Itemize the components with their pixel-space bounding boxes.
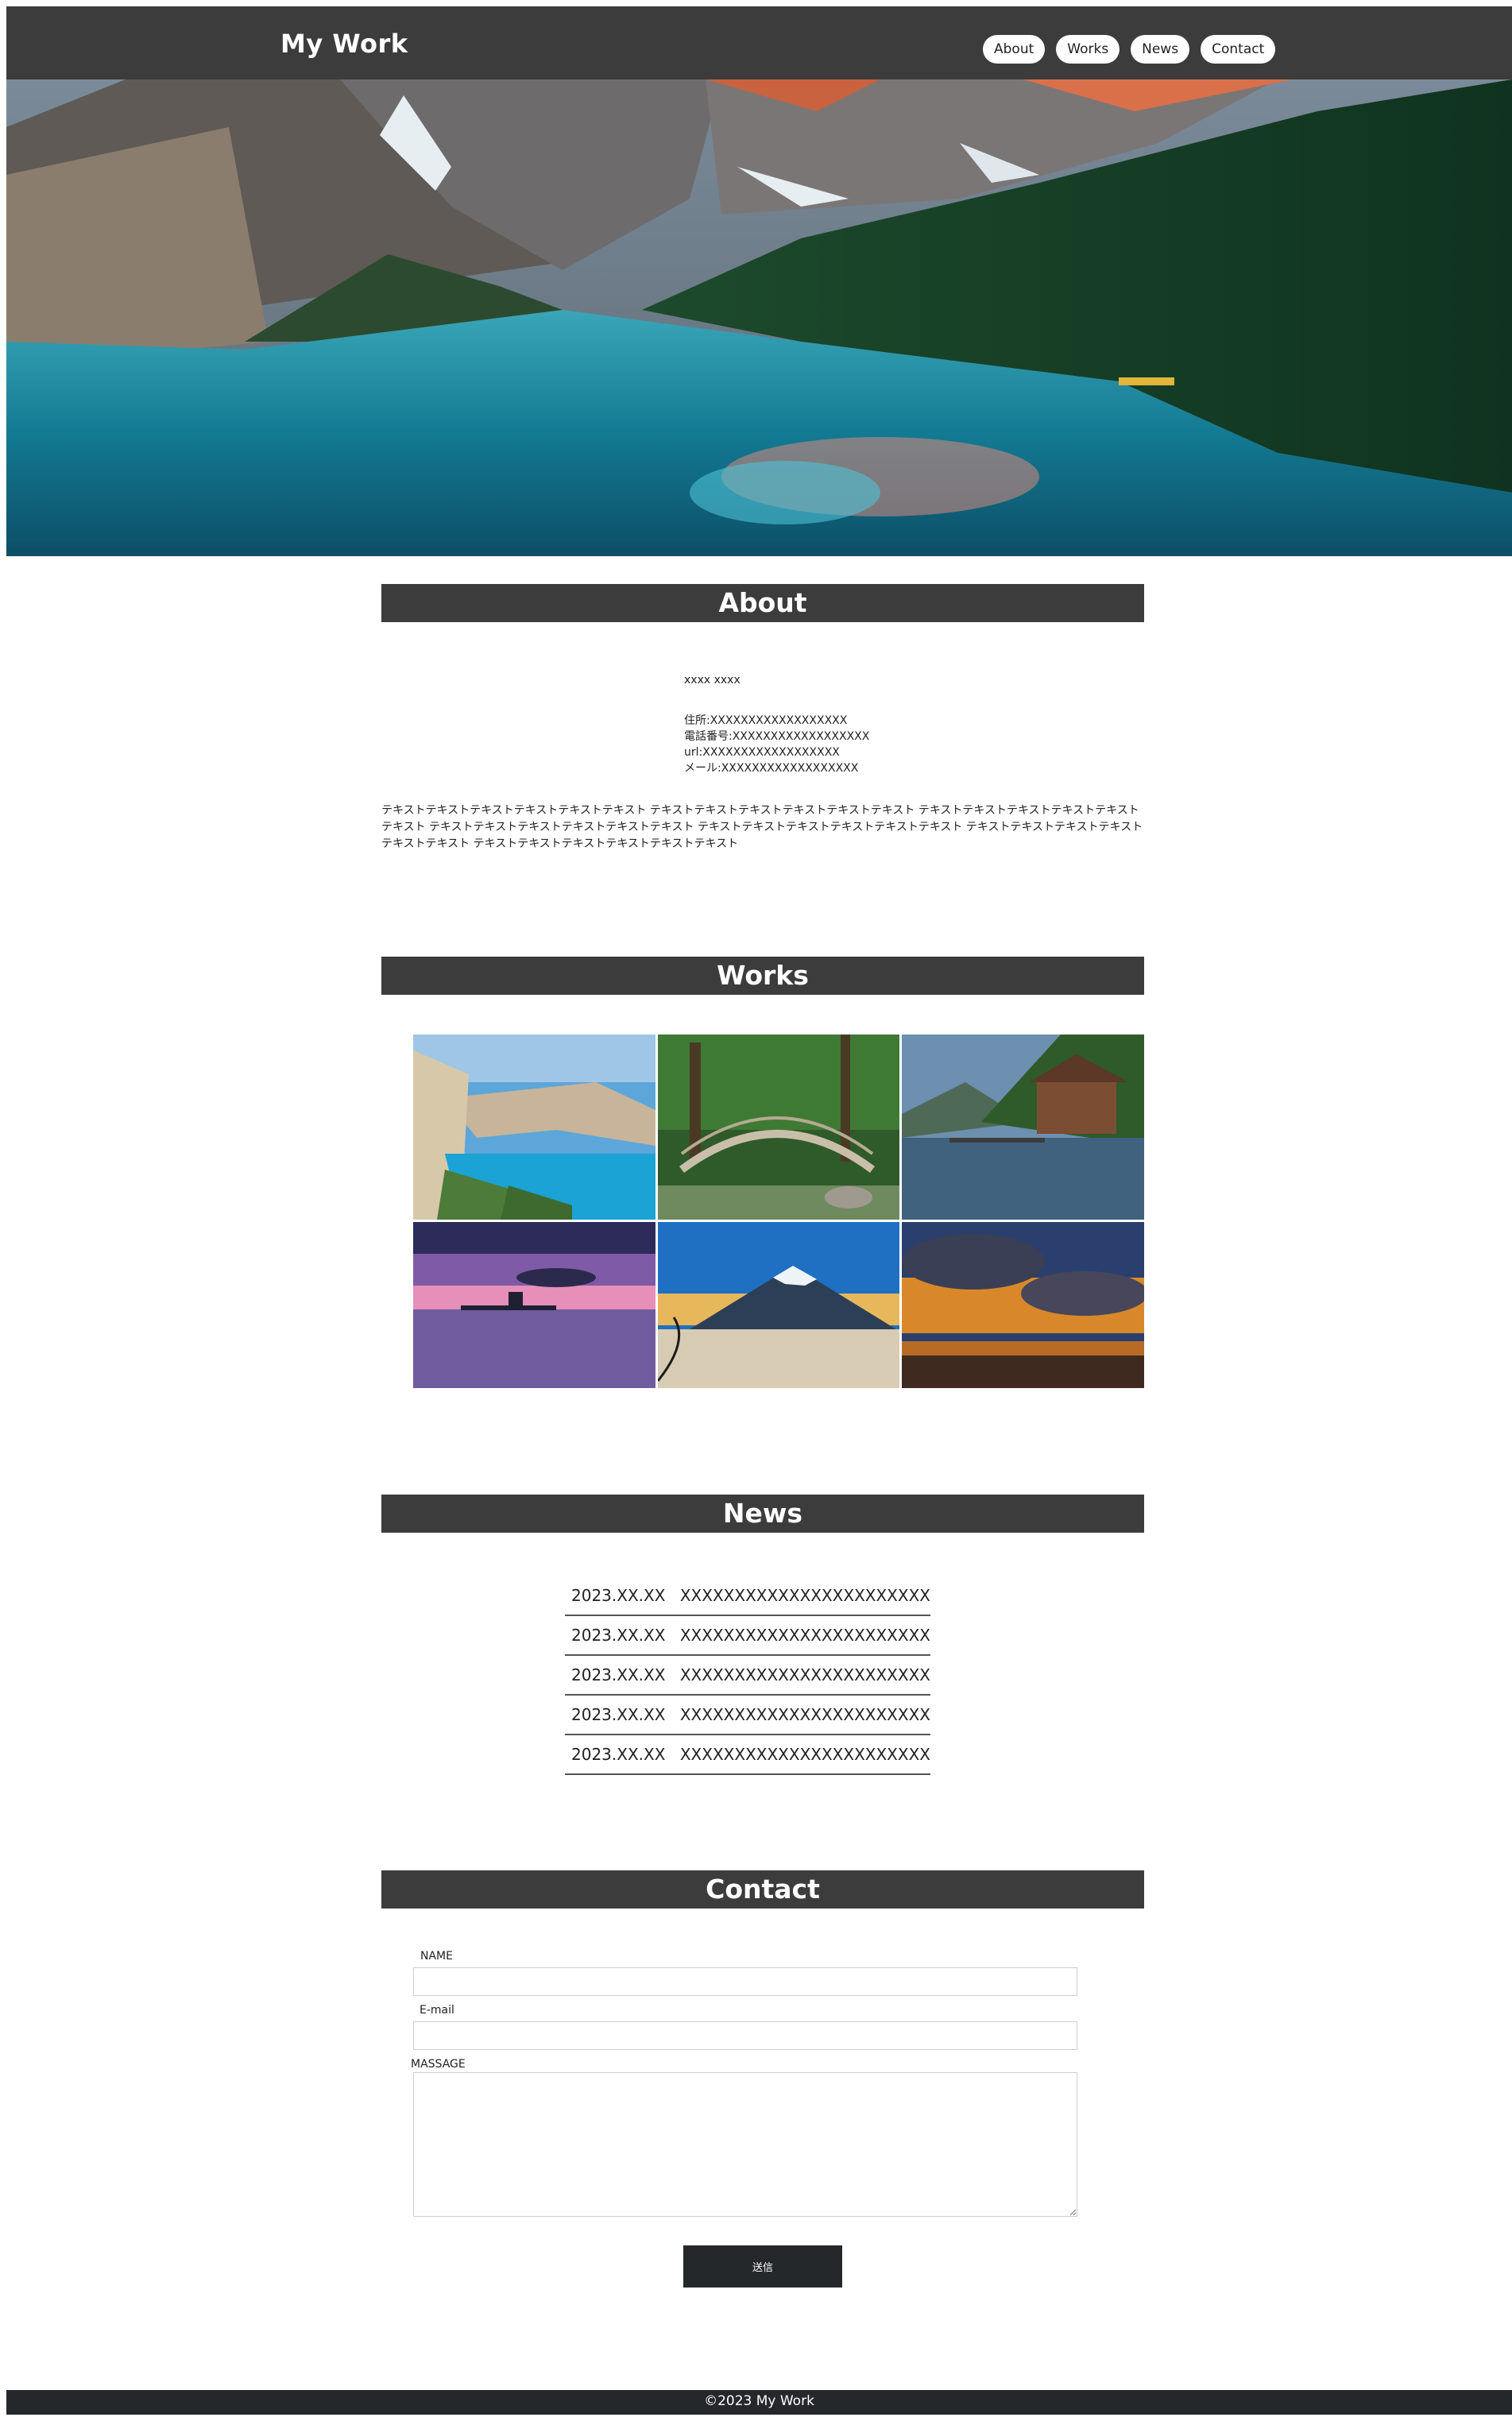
contact-heading: Contact xyxy=(381,1870,1144,1909)
news-date: 2023.XX.XX xyxy=(565,1695,674,1735)
page: My Work About Works News Contact About x… xyxy=(6,6,1512,2415)
site-header: My Work About Works News Contact xyxy=(6,6,1512,79)
profile-url: url:XXXXXXXXXXXXXXXXXX xyxy=(684,746,840,759)
nav-contact-link[interactable]: Contact xyxy=(1201,35,1276,64)
message-label: MASSAGE xyxy=(411,2058,466,2071)
profile-address: 住所:XXXXXXXXXXXXXXXXXX xyxy=(684,714,848,727)
work-image-beach-cove[interactable] xyxy=(413,1035,655,1220)
nav-works-link[interactable]: Works xyxy=(1056,35,1120,64)
news-item[interactable]: 2023.XX.XX XXXXXXXXXXXXXXXXXXXXXXX xyxy=(565,1655,930,1696)
about-description: テキストテキストテキストテキストテキストテキスト テキストテキストテキストテキス… xyxy=(381,804,1143,850)
news-item[interactable]: 2023.XX.XX XXXXXXXXXXXXXXXXXXXXXXX xyxy=(565,1615,930,1656)
message-field[interactable] xyxy=(413,2072,1077,2217)
works-gallery xyxy=(413,1035,1145,1390)
work-image-sunset-pier[interactable] xyxy=(413,1222,655,1388)
nav-news-link[interactable]: News xyxy=(1131,35,1190,64)
news-list: 2023.XX.XX XXXXXXXXXXXXXXXXXXXXXXX 2023.… xyxy=(565,1576,930,1775)
news-text: XXXXXXXXXXXXXXXXXXXXXXX xyxy=(673,1655,930,1696)
nav-about-link[interactable]: About xyxy=(983,35,1046,64)
profile-name: xxxx xxxx xyxy=(684,674,741,686)
name-label: NAME xyxy=(420,1950,453,1963)
hero-image xyxy=(6,79,1512,556)
news-item[interactable]: 2023.XX.XX XXXXXXXXXXXXXXXXXXXXXXX xyxy=(565,1735,930,1775)
news-text: XXXXXXXXXXXXXXXXXXXXXXX xyxy=(673,1695,930,1735)
email-field[interactable] xyxy=(413,2021,1077,2050)
site-footer: ©2023 My Work xyxy=(6,2390,1512,2415)
submit-button[interactable]: 送信 xyxy=(683,2245,842,2288)
news-item[interactable]: 2023.XX.XX XXXXXXXXXXXXXXXXXXXXXXX xyxy=(565,1576,930,1616)
news-text: XXXXXXXXXXXXXXXXXXXXXXX xyxy=(673,1615,930,1656)
profile-phone: 電話番号:XXXXXXXXXXXXXXXXXX xyxy=(684,730,870,743)
news-date: 2023.XX.XX xyxy=(565,1576,674,1616)
name-field[interactable] xyxy=(413,1967,1077,1996)
news-text: XXXXXXXXXXXXXXXXXXXXXXX xyxy=(673,1735,930,1775)
email-label: E-mail xyxy=(420,2004,454,2017)
news-heading: News xyxy=(381,1495,1144,1533)
work-image-mount-fuji[interactable] xyxy=(657,1222,900,1388)
news-item[interactable]: 2023.XX.XX XXXXXXXXXXXXXXXXXXXXXXX xyxy=(565,1695,930,1735)
profile-mail: メール:XXXXXXXXXXXXXXXXXX xyxy=(684,762,859,775)
about-profile: xxxx xxxx 住所:XXXXXXXXXXXXXXXXXX 電話番号:XXX… xyxy=(684,672,869,776)
site-title[interactable]: My Work xyxy=(280,29,408,59)
main-nav: About Works News Contact xyxy=(983,35,1276,64)
work-image-lake-boathouse[interactable] xyxy=(902,1035,1145,1220)
news-date: 2023.XX.XX xyxy=(565,1655,674,1696)
news-text: XXXXXXXXXXXXXXXXXXXXXXX xyxy=(673,1576,930,1616)
about-heading: About xyxy=(381,584,1144,622)
news-date: 2023.XX.XX xyxy=(565,1615,674,1656)
work-image-sunset-clouds[interactable] xyxy=(902,1222,1145,1388)
news-date: 2023.XX.XX xyxy=(565,1735,674,1775)
works-heading: Works xyxy=(381,957,1144,995)
work-image-garden-bridge[interactable] xyxy=(657,1035,900,1220)
